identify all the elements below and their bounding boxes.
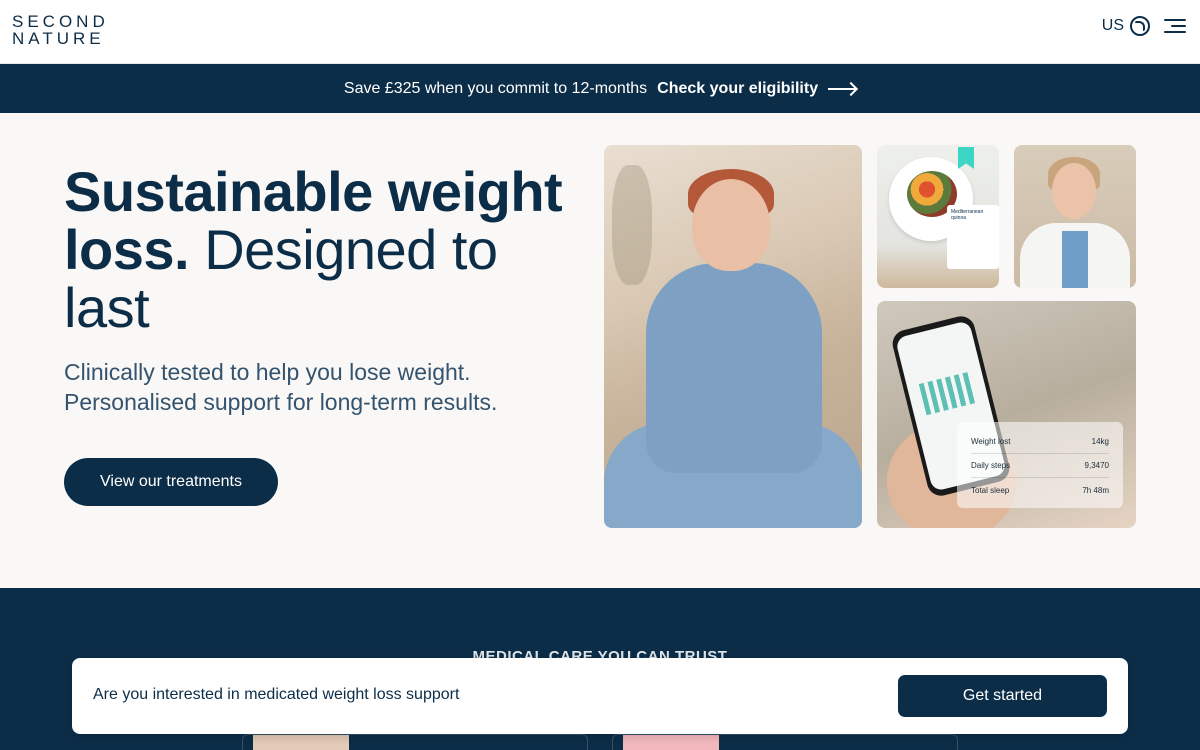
stat-row: Weight lost 14kg [971, 430, 1109, 454]
region-selector[interactable]: US [1102, 16, 1150, 36]
sticky-cta-bar: Are you interested in medicated weight l… [72, 658, 1128, 734]
recipe-title: Mediterranean quinoa [951, 209, 984, 221]
site-header: SECOND NATURE US [0, 0, 1200, 64]
sticky-cta-text: Are you interested in medicated weight l… [93, 686, 460, 703]
promo-text: Save £325 when you commit to 12-months [343, 79, 648, 97]
header-actions: US [1102, 16, 1186, 36]
check-eligibility-label: Check your eligibility [657, 79, 819, 97]
stat-value: 9,3470 [1084, 461, 1109, 470]
head-shape [1052, 163, 1096, 219]
stat-row: Daily steps 9,3470 [971, 454, 1109, 478]
hero-image-food: Mediterranean quinoa [877, 145, 999, 288]
hero-subtitle-line2: Personalised support for long-term resul… [64, 389, 498, 415]
hero-image-doctor [1014, 145, 1136, 288]
globe-icon [1130, 16, 1150, 36]
region-label: US [1101, 17, 1124, 34]
stat-row: Total sleep 7h 48m [971, 478, 1109, 502]
recipe-card: Mediterranean quinoa [947, 205, 999, 269]
hero-section: Sustainable weight loss. Designed to las… [0, 113, 1200, 588]
progress-stats-card: Weight lost 14kg Daily steps 9,3470 Tota… [957, 422, 1123, 508]
stat-value: 14kg [1091, 437, 1109, 446]
check-eligibility-link[interactable]: Check your eligibility [657, 79, 857, 98]
logo-line2: NATURE [12, 29, 105, 48]
scrub-shape [1062, 231, 1088, 288]
hero-subtitle-line1: Clinically tested to help you lose weigh… [64, 359, 471, 385]
card-thumbnail [253, 735, 349, 750]
stat-label: Daily steps [971, 461, 1011, 470]
promo-banner: Save £325 when you commit to 12-months C… [0, 64, 1200, 113]
hamburger-menu-icon[interactable] [1164, 17, 1186, 35]
plant-shape [612, 165, 652, 285]
body-shape [646, 263, 822, 473]
hero-image-phone-progress: Weight lost 14kg Daily steps 9,3470 Tota… [877, 301, 1136, 528]
card-thumbnail [623, 735, 719, 750]
arrow-right-icon [828, 87, 857, 90]
hero-image-woman-yoga [604, 145, 862, 528]
logo[interactable]: SECOND NATURE [12, 13, 109, 47]
testimonial-card[interactable] [612, 734, 958, 750]
testimonial-card[interactable] [242, 734, 588, 750]
head-shape [692, 179, 770, 271]
hero-subtitle: Clinically tested to help you lose weigh… [64, 357, 584, 417]
get-started-button[interactable]: Get started [898, 675, 1107, 717]
stat-label: Weight lost [971, 437, 1011, 446]
bar-graph-shape [918, 371, 977, 416]
stat-value: 7h 48m [1082, 485, 1109, 495]
view-treatments-button[interactable]: View our treatments [64, 458, 278, 506]
stat-label: Total sleep [971, 485, 1010, 495]
bookmark-icon [958, 147, 974, 169]
hero-title: Sustainable weight loss. Designed to las… [64, 163, 584, 337]
